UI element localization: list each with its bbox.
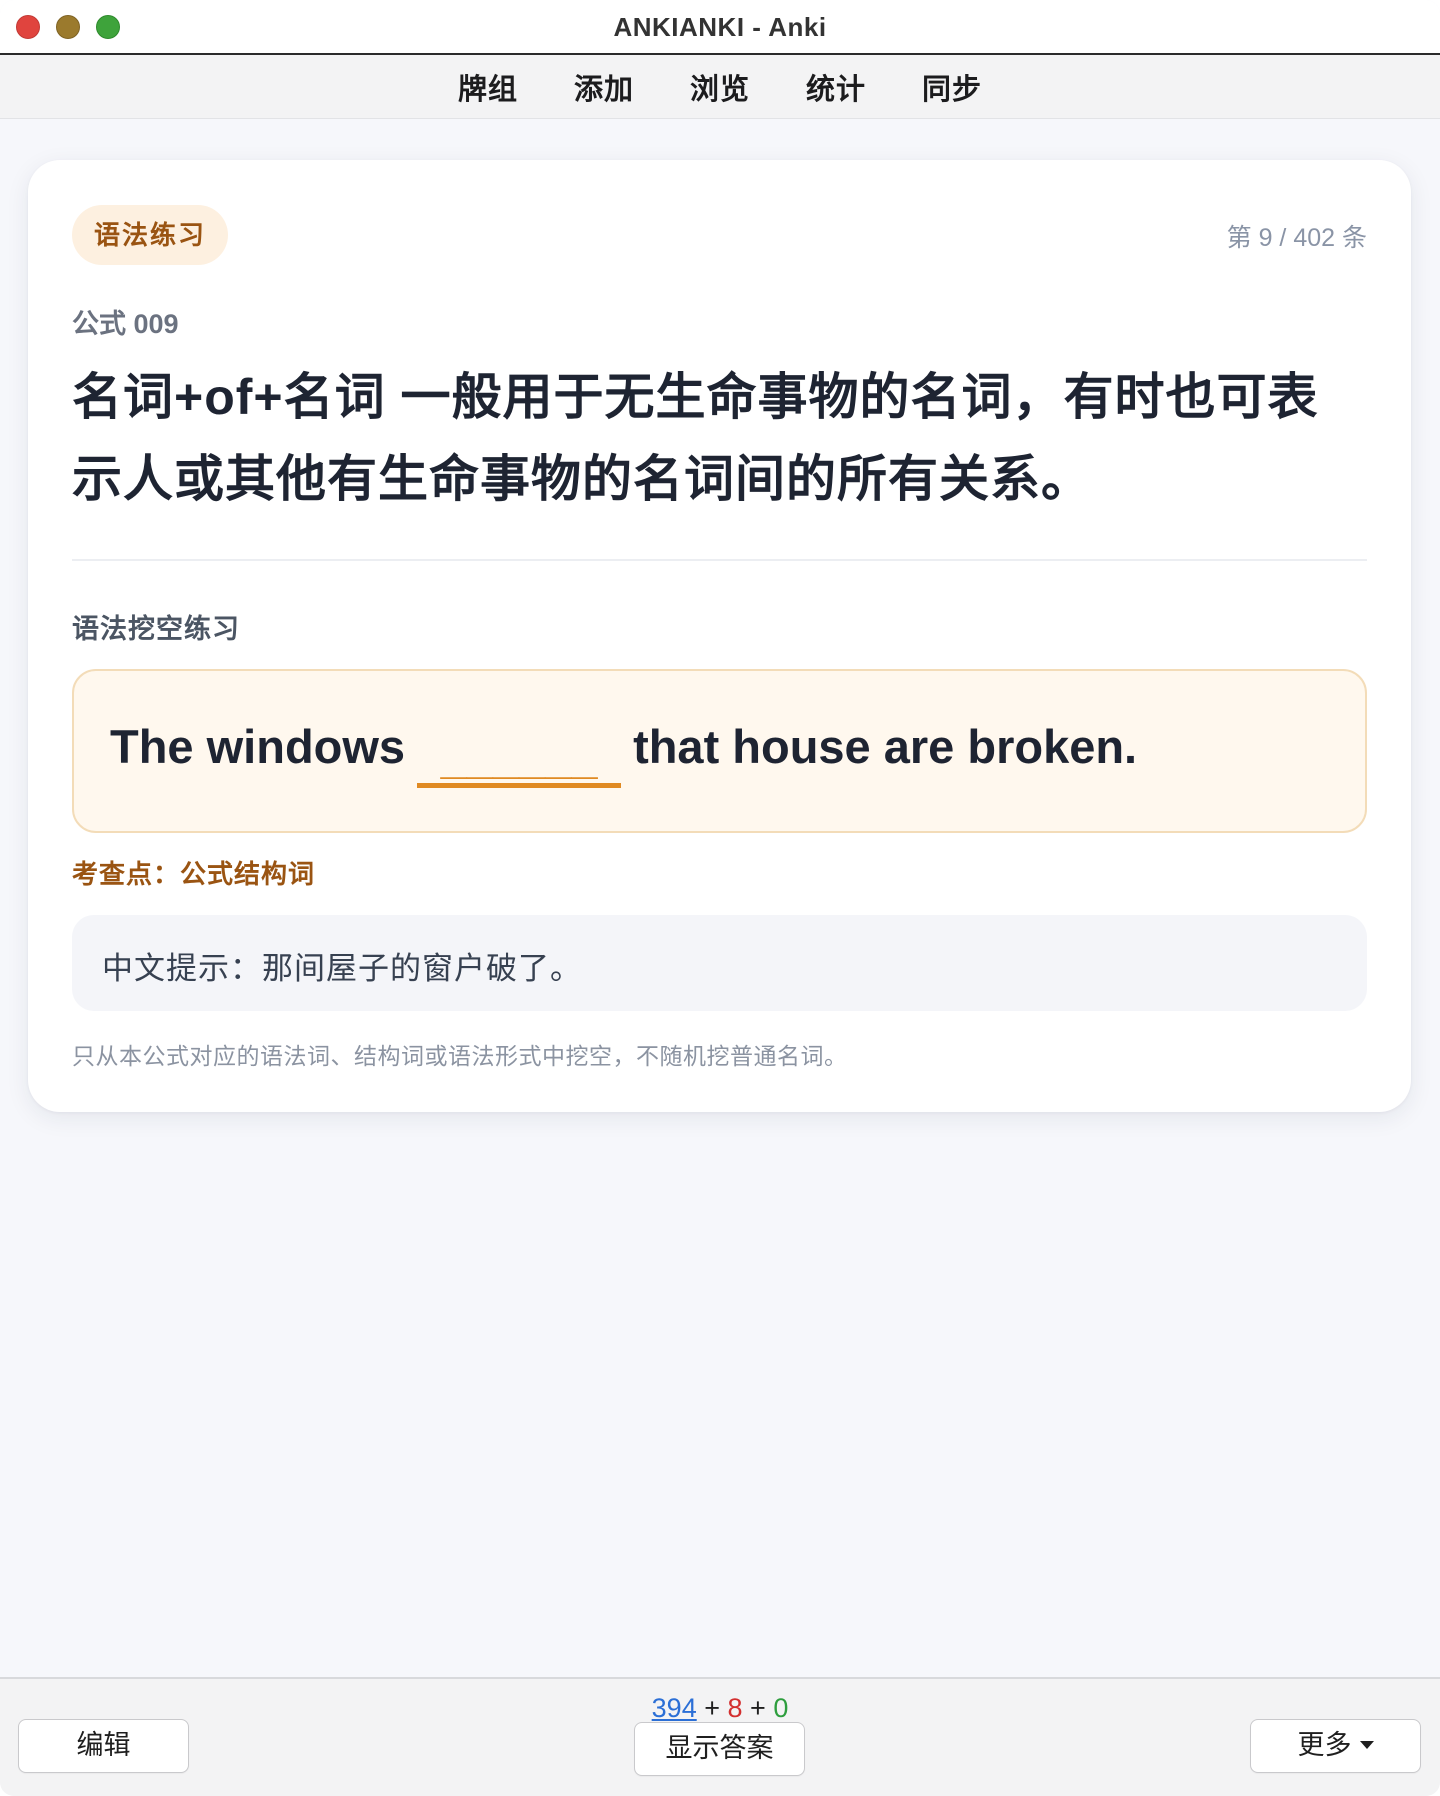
cloze-sentence: The windows ______ that house are broken…: [110, 719, 1138, 788]
edit-button[interactable]: 编辑: [18, 1719, 189, 1773]
more-button[interactable]: 更多: [1250, 1719, 1421, 1773]
nav-item-add[interactable]: 添加: [546, 66, 662, 108]
count-learn: 8: [727, 1693, 743, 1723]
count-separator: +: [696, 1693, 728, 1723]
category-badge: 语法练习: [72, 205, 229, 265]
top-nav: 牌组 添加 浏览 统计 同步: [0, 55, 1440, 119]
formula-id: 公式 009: [72, 309, 179, 339]
title-bar: ANKIANKI - Anki: [0, 0, 1440, 55]
test-point: 考查点：公式结构词: [72, 859, 316, 889]
hint-box: 中文提示：那间屋子的窗户破了。: [72, 915, 1367, 1011]
count-review: 0: [773, 1693, 789, 1723]
show-answer-button[interactable]: 显示答案: [634, 1722, 805, 1776]
show-answer-label: 显示答案: [665, 1733, 774, 1763]
cloze-box: The windows ______ that house are broken…: [72, 669, 1367, 833]
count-new[interactable]: 394: [652, 1693, 697, 1723]
nav-item-browse[interactable]: 浏览: [662, 66, 778, 108]
cloze-blank: ______: [417, 731, 622, 788]
card-counter: 第 9 / 402 条: [1226, 224, 1367, 252]
card-note: 只从本公式对应的语法词、结构词或语法形式中挖空，不随机挖普通名词。: [72, 1043, 848, 1069]
nav-item-decks[interactable]: 牌组: [430, 66, 546, 108]
cloze-before: The windows: [110, 720, 406, 773]
nav-item-sync[interactable]: 同步: [894, 66, 1010, 108]
review-card: 语法练习 第 9 / 402 条 公式 009 名词+of+名词 一般用于无生命…: [28, 160, 1411, 1112]
edit-button-label: 编辑: [76, 1730, 131, 1760]
nav-item-stats[interactable]: 统计: [778, 66, 894, 108]
count-separator: +: [742, 1693, 774, 1723]
formula-title: 名词+of+名词 一般用于无生命事物的名词，有时也可表 示人或其他有生命事物的名…: [72, 356, 1372, 520]
window-title: ANKIANKI - Anki: [613, 12, 827, 42]
formula-title-line-2: 示人或其他有生命事物的名词间的所有关系。: [72, 451, 1092, 507]
anki-window: ANKIANKI - Anki 牌组 添加 浏览 统计 同步 语法练习 第 9 …: [0, 0, 1440, 1796]
hint-text: 中文提示：那间屋子的窗户破了。: [102, 951, 582, 986]
bottom-bar: 394 + 8 + 0 编辑 显示答案 更多: [0, 1677, 1440, 1796]
divider: [72, 559, 1367, 561]
cloze-after: that house are broken.: [633, 720, 1138, 773]
due-counts: 394 + 8 + 0: [0, 1693, 1440, 1724]
formula-title-line-1: 名词+of+名词 一般用于无生命事物的名词，有时也可表: [72, 369, 1319, 425]
section-label: 语法挖空练习: [72, 614, 240, 644]
chevron-down-icon: [1359, 1740, 1374, 1749]
more-button-label: 更多: [1297, 1730, 1352, 1760]
